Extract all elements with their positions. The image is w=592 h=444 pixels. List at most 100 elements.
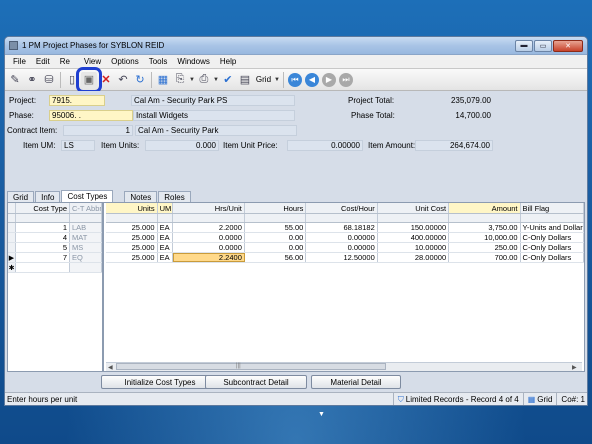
last-record-icon[interactable]: ⏭ [338, 72, 353, 87]
col-header-ct-abbr[interactable]: C-T Abbr [70, 203, 102, 213]
cell-hours[interactable]: 55.00 [244, 223, 307, 232]
next-record-icon[interactable]: ▶ [321, 72, 336, 87]
cell-unit-cost[interactable]: 28.00000 [377, 253, 450, 262]
phase-description[interactable]: Install Widgets [133, 109, 295, 121]
cell-um[interactable]: EA [157, 233, 174, 242]
grid-icon[interactable]: ▤ [237, 72, 253, 88]
cell-unit-cost[interactable]: 150.00000 [377, 223, 450, 232]
cell-bill-flag[interactable]: C-Only Dollars [520, 253, 584, 262]
chevron-down-icon[interactable]: ▼ [213, 77, 219, 83]
cell-um[interactable]: EA [157, 223, 174, 232]
cell-cost-type[interactable]: 1 [16, 223, 70, 232]
delete-icon[interactable]: ✕ [98, 72, 114, 88]
cell-um[interactable]: EA [157, 243, 174, 252]
cell-bill-flag[interactable]: C-Only Dollars [520, 243, 584, 252]
menu-view[interactable]: View [82, 57, 109, 66]
new-row[interactable]: ✱ [8, 263, 102, 273]
undo-icon[interactable]: ↶ [115, 72, 131, 88]
scroll-right-icon[interactable]: ▶ [572, 364, 577, 371]
spellcheck-icon[interactable]: ✔ [220, 72, 236, 88]
cell-um[interactable]: EA [157, 253, 174, 262]
tab-info[interactable]: Info [35, 191, 61, 202]
cell-bill-flag[interactable]: Y-Units and Dollars [520, 223, 584, 232]
cell-amount[interactable]: 3,750.00 [449, 223, 521, 232]
first-record-icon[interactable]: ⏮ [287, 72, 302, 87]
cell-hrs-unit-selected[interactable]: 2.2400 [173, 253, 245, 262]
refresh-icon[interactable]: ↻ [132, 72, 148, 88]
cell-cost-type[interactable] [16, 263, 70, 272]
col-header-um[interactable]: UM [157, 203, 174, 213]
attachment-icon[interactable]: ⎘ [172, 72, 188, 88]
menu-file[interactable]: File [11, 57, 34, 66]
cell-hrs-unit[interactable]: 0.0000 [173, 243, 245, 252]
grid-view-label[interactable]: Grid [254, 75, 273, 84]
cell-amount[interactable]: 10,000.00 [449, 233, 521, 242]
menu-help[interactable]: Help [218, 57, 244, 66]
contract-item-field[interactable]: 1 [63, 124, 133, 136]
print-icon[interactable]: ⎙ [196, 72, 212, 88]
tab-grid[interactable]: Grid [7, 191, 35, 202]
row-marker[interactable] [8, 223, 16, 232]
minimize-button[interactable]: ▬ [515, 39, 533, 52]
tab-roles[interactable]: Roles [158, 191, 191, 202]
close-button[interactable]: ✕ [553, 39, 583, 52]
current-row-marker[interactable]: ▶ [8, 253, 16, 262]
col-header-cost-hour[interactable]: Cost/Hour [306, 203, 378, 213]
calculator-icon[interactable]: ▦ [155, 72, 171, 88]
cell-units[interactable]: 25.000 [106, 243, 158, 252]
col-header-amount[interactable]: Amount [449, 203, 521, 213]
cell-cost-type[interactable]: 4 [16, 233, 70, 242]
scrollbar-thumb[interactable] [116, 363, 386, 370]
menu-windows[interactable]: Windows [175, 57, 217, 66]
cell-cost-hour[interactable]: 0.00000 [306, 233, 378, 242]
chevron-down-icon[interactable]: ▼ [274, 77, 280, 83]
previous-record-icon[interactable]: ◀ [304, 72, 319, 87]
cell-hours[interactable]: 0.00 [244, 233, 307, 242]
chevron-down-icon[interactable]: ▼ [189, 77, 195, 83]
cell-cost-hour[interactable]: 0.00000 [306, 243, 378, 252]
cell-units[interactable]: 25.000 [106, 233, 158, 242]
taskbar-chevron-down-icon[interactable]: ▼ [318, 411, 325, 418]
link-icon[interactable]: ⚭ [24, 72, 40, 88]
menu-tools[interactable]: Tools [147, 57, 176, 66]
tab-cost-types[interactable]: Cost Types [61, 190, 114, 202]
col-header-units[interactable]: Units [106, 203, 158, 213]
cell-hours[interactable]: 0.00 [244, 243, 307, 252]
phase-field[interactable]: 95006. . [49, 109, 133, 121]
col-header-bill-flag[interactable]: Bill Flag [521, 203, 584, 213]
cell-cost-hour[interactable]: 12.50000 [306, 253, 378, 262]
document-icon[interactable]: ▯ [64, 72, 80, 88]
maximize-button[interactable]: ▭ [534, 39, 552, 52]
row-marker[interactable] [8, 233, 16, 242]
table-row[interactable]: 4 MAT [8, 233, 102, 243]
col-header-hrs-unit[interactable]: Hrs/Unit [173, 203, 245, 213]
cell-cost-type[interactable]: 5 [16, 243, 70, 252]
subcontract-detail-button[interactable]: Subcontract Detail [205, 375, 307, 389]
initialize-cost-types-button[interactable]: Initialize Cost Types [101, 375, 219, 389]
menu-records[interactable]: Re [58, 57, 70, 66]
save-icon[interactable]: ▣ [76, 66, 102, 93]
new-row-marker[interactable]: ✱ [8, 263, 16, 272]
cell-unit-cost[interactable]: 400.00000 [377, 233, 450, 242]
cell-cost-hour[interactable]: 68.18182 [306, 223, 378, 232]
cell-units[interactable]: 25.000 [106, 253, 158, 262]
horizontal-scrollbar[interactable]: ◀ ||| ▶ [106, 362, 582, 371]
col-header-unit-cost[interactable]: Unit Cost [378, 203, 450, 213]
cell-unit-cost[interactable]: 10.00000 [377, 243, 450, 252]
table-row[interactable]: 25.000 EA 2.2400 56.00 12.50000 28.00000… [106, 253, 584, 263]
edit-icon[interactable]: ✎ [7, 72, 23, 88]
cell-bill-flag[interactable]: C-Only Dollars [520, 233, 584, 242]
project-field[interactable]: 7915. [49, 94, 105, 106]
col-header-hours[interactable]: Hours [245, 203, 307, 213]
col-header-cost-type[interactable]: Cost Type [16, 203, 70, 213]
menu-edit[interactable]: Edit [34, 57, 58, 66]
menu-options[interactable]: Options [109, 57, 147, 66]
tab-notes[interactable]: Notes [124, 191, 158, 202]
scroll-left-icon[interactable]: ◀ [108, 364, 113, 371]
table-row[interactable]: 1 LAB [8, 223, 102, 233]
table-row[interactable]: 5 MS [8, 243, 102, 253]
cell-cost-type[interactable]: 7 [16, 253, 70, 262]
row-marker[interactable] [8, 243, 16, 252]
cell-units[interactable]: 25.000 [106, 223, 158, 232]
cell-amount[interactable]: 700.00 [449, 253, 521, 262]
